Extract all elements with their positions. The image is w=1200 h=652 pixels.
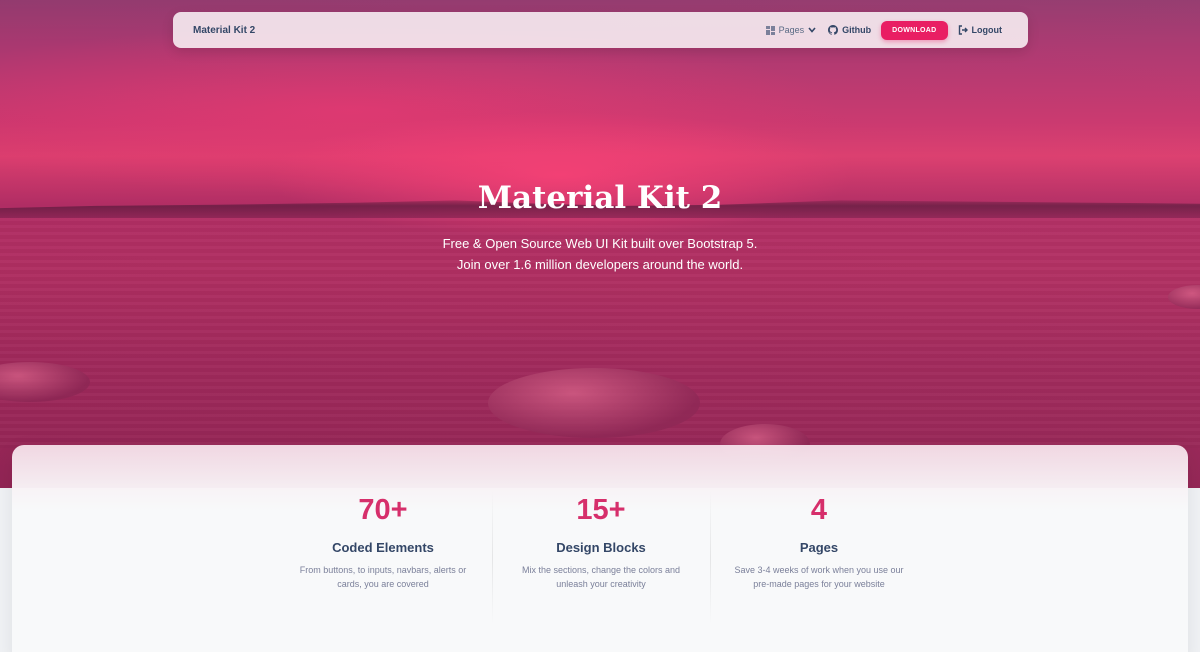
stat-description-line2: pre-made pages for your website	[753, 579, 885, 589]
stats-row: 70+ Coded Elements From buttons, to inpu…	[274, 490, 928, 625]
hero-title: Material Kit 2	[477, 180, 723, 216]
logout-link[interactable]: Logout	[952, 25, 1009, 35]
hero-subtitle-line2: Join over 1.6 million developers around …	[456, 257, 744, 272]
stat-description: Save 3-4 weeks of work when you use our …	[710, 563, 928, 591]
stat-description-line2: cards, you are covered	[337, 579, 429, 589]
stat-value: 15+	[576, 494, 626, 526]
stat-description-line1: Mix the sections, change the colors and	[521, 565, 681, 575]
logout-icon	[958, 25, 968, 35]
github-icon	[828, 25, 839, 35]
github-link[interactable]: Github	[822, 25, 877, 35]
dashboard-grid-icon	[765, 25, 775, 35]
brand-link[interactable]: Material Kit 2	[193, 25, 255, 36]
stat-description-line1: From buttons, to inputs, navbars, alerts…	[299, 565, 467, 575]
stat-description-line2: unleash your creativity	[556, 579, 646, 589]
stat-value: 4	[810, 494, 828, 526]
pages-label: Pages	[778, 25, 805, 35]
navbar: Material Kit 2 Pages Github DOWNLOAD Log…	[173, 12, 1028, 48]
stat-title: Design Blocks	[556, 540, 646, 555]
stat-description-line1: Save 3-4 weeks of work when you use our	[734, 565, 904, 575]
stat-item: 15+ Design Blocks Mix the sections, chan…	[492, 490, 710, 625]
stat-title: Pages	[799, 540, 839, 555]
stat-description: From buttons, to inputs, navbars, alerts…	[274, 563, 492, 591]
github-label: Github	[842, 25, 872, 35]
stat-value: 70+	[358, 494, 408, 526]
download-button[interactable]: DOWNLOAD	[881, 20, 948, 40]
stat-item: 4 Pages Save 3-4 weeks of work when you …	[710, 490, 928, 625]
logout-label: Logout	[971, 25, 1003, 35]
stat-title: Coded Elements	[332, 540, 434, 555]
nav-menu: Pages Github DOWNLOAD Logout	[760, 20, 1009, 40]
hero-subtitle: Free & Open Source Web UI Kit built over…	[0, 233, 1200, 275]
pages-dropdown[interactable]: Pages	[760, 25, 823, 35]
chevron-down-icon	[808, 26, 816, 35]
hero-subtitle-line1: Free & Open Source Web UI Kit built over…	[442, 236, 758, 251]
stat-item: 70+ Coded Elements From buttons, to inpu…	[274, 490, 492, 591]
stat-description: Mix the sections, change the colors and …	[492, 563, 710, 591]
